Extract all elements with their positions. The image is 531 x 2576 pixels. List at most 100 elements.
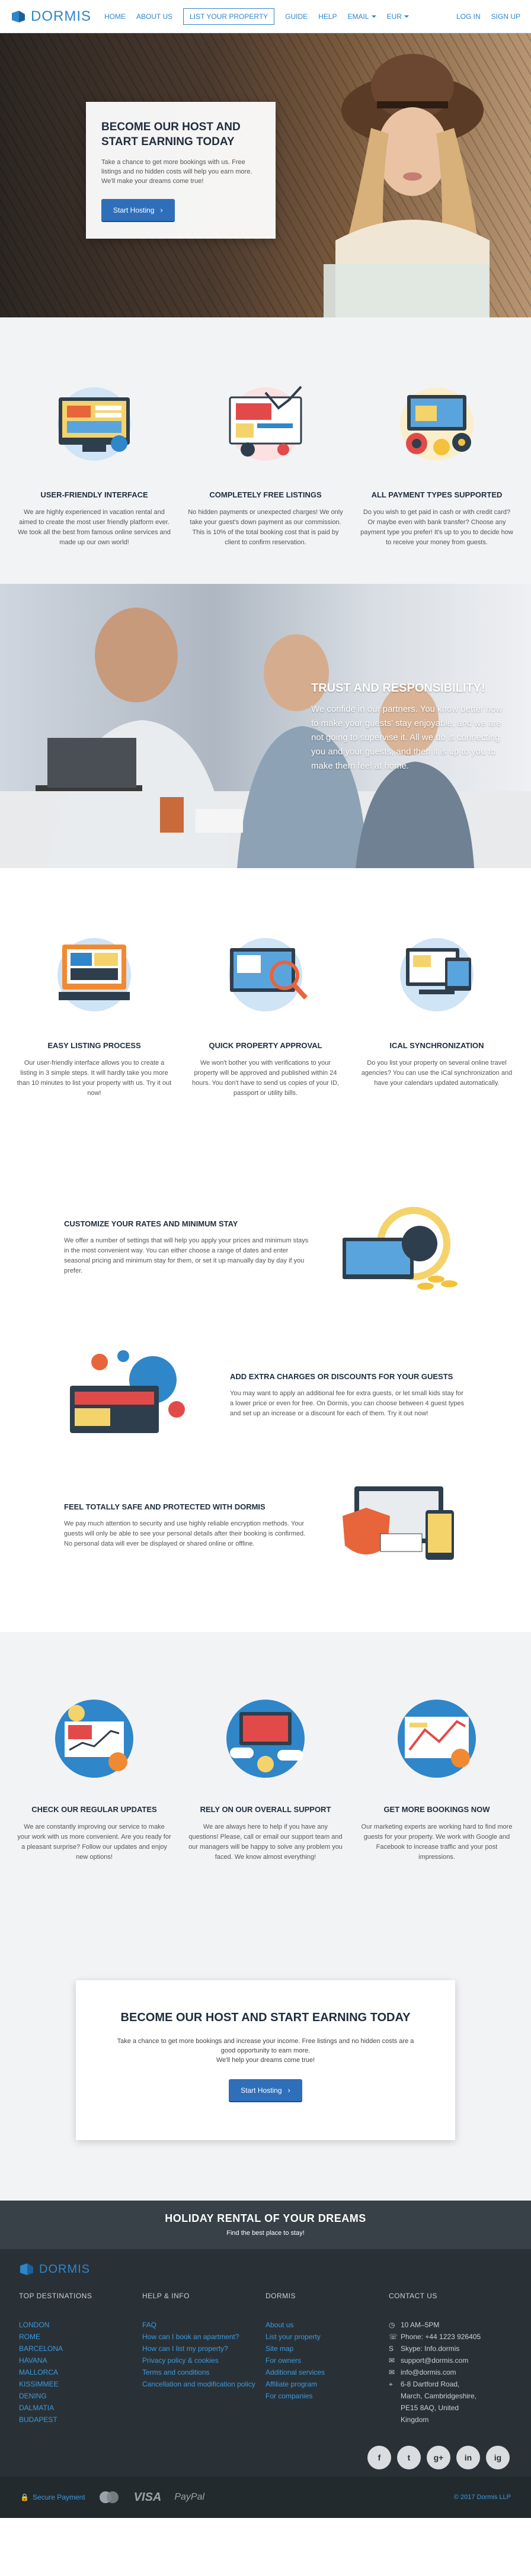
footer-dormis: DORMIS About us List your property Site … — [266, 2292, 389, 2426]
start-hosting-label: Start Hosting — [113, 205, 155, 214]
contact-phone[interactable]: ☏ Phone: +44 1223 926405 — [389, 2331, 512, 2343]
dormis-link[interactable]: For owners — [266, 2355, 389, 2366]
google-plus-icon[interactable]: g+ — [427, 2446, 450, 2469]
detail-title: CUSTOMIZE YOUR RATES AND MINIMUM STAY — [64, 1219, 238, 1228]
destination-link[interactable]: DALMATIA — [19, 2402, 142, 2414]
login-link[interactable]: LOG IN — [456, 12, 481, 21]
listing-illustration-icon — [17, 916, 172, 1034]
feature-text: We are constantly improving our service … — [17, 1823, 171, 1861]
cta-card: BECOME OUR HOST AND START EARNING TODAY … — [76, 1980, 455, 2140]
contact-text: support@dormis.com — [401, 2356, 469, 2365]
footer-bottom-bar: 🔒 Secure Payment VISA PayPal © 2017 Dorm… — [0, 2477, 531, 2518]
linkedin-icon[interactable]: in — [456, 2446, 480, 2469]
dormis-link[interactable]: List your property — [266, 2331, 389, 2343]
instagram-icon[interactable]: ig — [486, 2446, 510, 2469]
extras-illustration-icon — [64, 1344, 206, 1447]
feature-title: CHECK OUR REGULAR UPDATES — [31, 1805, 157, 1814]
clock-icon: ◷ — [389, 2321, 395, 2329]
dormis-link[interactable]: Additional services — [266, 2366, 389, 2378]
trust-section: TRUST AND RESPONSIBILITY! We confide in … — [0, 584, 531, 868]
help-link[interactable]: How can I list my property? — [142, 2343, 266, 2355]
feature-payment-types: ALL PAYMENT TYPES SUPPORTED Do you wish … — [359, 365, 514, 548]
cta-text: Take a chance to get more bookings and i… — [111, 2037, 420, 2065]
contact-skype[interactable]: S Skype: Info.dormis — [389, 2343, 512, 2355]
approval-illustration-icon — [188, 916, 343, 1034]
auth-links: LOG IN SIGN UP — [456, 12, 520, 21]
destination-link[interactable]: KISSIMMEE — [19, 2378, 142, 2390]
social-links: f t g+ in ig — [367, 2446, 510, 2469]
destination-link[interactable]: LONDON — [19, 2319, 142, 2331]
feature-text: We are always here to help if you have a… — [188, 1823, 343, 1861]
nav-help[interactable]: HELP — [318, 12, 337, 21]
feature-text: Do you list your property on several onl… — [361, 1059, 513, 1087]
hero-woman-image — [324, 54, 490, 317]
feature-title: ICAL SYNCHRONIZATION — [389, 1041, 484, 1050]
contact-info-email[interactable]: ✉ info@dormis.com — [389, 2366, 512, 2378]
dormis-link[interactable]: For companies — [266, 2390, 389, 2402]
help-link[interactable]: FAQ — [142, 2319, 266, 2331]
signup-link[interactable]: SIGN UP — [491, 12, 520, 21]
lock-icon: 🔒 — [20, 2493, 29, 2501]
rates-illustration-icon — [331, 1196, 467, 1299]
footer-logo[interactable]: DORMIS — [19, 2262, 512, 2276]
nav-home[interactable]: HOME — [104, 12, 126, 21]
contact-text: 10 AM–5PM — [401, 2321, 440, 2329]
destination-link[interactable]: HAVANA — [19, 2355, 142, 2366]
nav-about[interactable]: ABOUT US — [136, 12, 172, 21]
details-section: CUSTOMIZE YOUR RATES AND MINIMUM STAY We… — [0, 1152, 531, 1632]
feature-title: ALL PAYMENT TYPES SUPPORTED — [371, 490, 503, 499]
ical-illustration-icon — [359, 916, 514, 1034]
feature-user-friendly: USER-FRIENDLY INTERFACE We are highly ex… — [17, 365, 172, 548]
help-link[interactable]: Privacy policy & cookies — [142, 2355, 266, 2366]
detail-text: You may want to apply an additional fee … — [230, 1390, 464, 1417]
destination-link[interactable]: ROME — [19, 2331, 142, 2343]
main-nav: HOME ABOUT US LIST YOUR PROPERTY GUIDE H… — [104, 8, 410, 25]
feature-title: QUICK PROPERTY APPROVAL — [209, 1041, 322, 1050]
hero-section: BECOME OUR HOST AND START EARNING TODAY … — [0, 33, 531, 317]
feature-text: No hidden payments or unexpected charges… — [188, 509, 343, 546]
chevron-right-icon: › — [287, 2086, 290, 2095]
start-hosting-button[interactable]: Start Hosting › — [101, 199, 175, 221]
footer-heading: DORMIS — [266, 2292, 296, 2300]
dormis-link[interactable]: Affiliate program — [266, 2378, 389, 2390]
hero-text: Take a chance to get more bookings with … — [101, 159, 252, 185]
nav-guide[interactable]: GUIDE — [285, 12, 308, 21]
footer-destinations: TOP DESTINATIONS LONDON ROME BARCELONA H… — [19, 2292, 142, 2426]
dormis-link[interactable]: About us — [266, 2319, 389, 2331]
help-link[interactable]: Terms and conditions — [142, 2366, 266, 2378]
trust-text-block: TRUST AND RESPONSIBILITY! We confide in … — [311, 682, 507, 773]
chevron-right-icon: › — [160, 205, 163, 214]
nav-list-property[interactable]: LIST YOUR PROPERTY — [183, 8, 275, 25]
feature-title: GET MORE BOOKINGS NOW — [383, 1805, 490, 1814]
contact-address: ⌖ 6-8 Dartford Road, March, Cambridgeshir… — [389, 2378, 512, 2426]
footer-help: HELP & INFO FAQ How can I book an apartm… — [142, 2292, 266, 2426]
nav-email-dropdown[interactable]: EMAIL — [348, 12, 376, 21]
destination-link[interactable]: DENING — [19, 2390, 142, 2402]
facebook-icon[interactable]: f — [367, 2446, 391, 2469]
currency-dropdown[interactable]: EUR — [387, 12, 410, 21]
feature-free-listings: COMPLETELY FREE LISTINGS No hidden payme… — [188, 365, 343, 548]
detail-text: We pay much attention to security and us… — [64, 1520, 306, 1547]
hero-card: BECOME OUR HOST AND START EARNING TODAY … — [86, 102, 276, 239]
cta-text-line-1: Take a chance to get more bookings and i… — [117, 2038, 414, 2054]
logo-mark-icon — [19, 2262, 34, 2276]
site-footer: DORMIS TOP DESTINATIONS LONDON ROME BARC… — [0, 2249, 531, 2477]
logo[interactable]: DORMIS — [11, 8, 91, 25]
twitter-icon[interactable]: t — [397, 2446, 421, 2469]
features-section-2: EASY LISTING PROCESS Our user-friendly i… — [0, 868, 531, 1152]
help-link[interactable]: How can I book an apartment? — [142, 2331, 266, 2343]
help-link[interactable]: Cancellation and modification policy — [142, 2378, 266, 2390]
contact-text: info@dormis.com — [401, 2368, 456, 2376]
bookings-illustration-icon — [359, 1679, 514, 1798]
destination-link[interactable]: MALLORCA — [19, 2366, 142, 2378]
destination-link[interactable]: BUDAPEST — [19, 2414, 142, 2426]
contact-support-email[interactable]: ✉ support@dormis.com — [389, 2355, 512, 2366]
destination-link[interactable]: BARCELONA — [19, 2343, 142, 2355]
pin-icon: ⌖ — [389, 2380, 393, 2388]
detail-title: ADD EXTRA CHARGES OR DISCOUNTS FOR YOUR … — [230, 1372, 453, 1381]
cta-start-hosting-button[interactable]: Start Hosting › — [229, 2079, 302, 2101]
interface-illustration-icon — [17, 365, 172, 483]
feature-title: COMPLETELY FREE LISTINGS — [209, 490, 322, 499]
dormis-link[interactable]: Site map — [266, 2343, 389, 2355]
mail-icon: ✉ — [389, 2368, 395, 2376]
